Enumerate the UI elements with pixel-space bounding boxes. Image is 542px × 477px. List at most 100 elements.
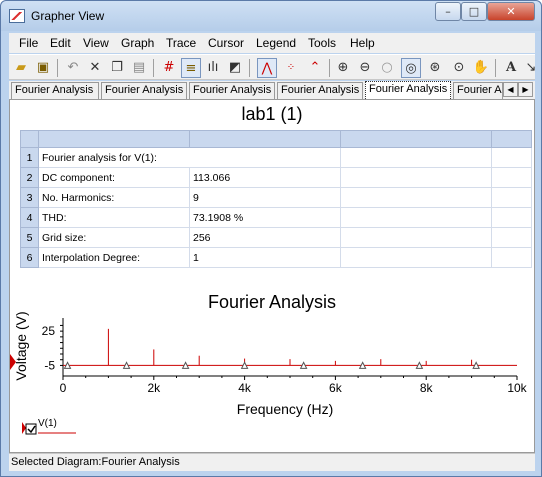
y-tick-label: 25 [42, 324, 56, 338]
delete-icon[interactable]: ✕ [85, 58, 105, 78]
scatter-dots-icon[interactable]: ⁘ [281, 58, 301, 78]
tab-fourier-analysis-3[interactable]: Fourier Analysis [189, 82, 275, 99]
tab-strip: Fourier Analysis Fourier Analysis Fourie… [9, 81, 535, 99]
table-cell [340, 247, 492, 268]
legend-marker-icon[interactable] [22, 422, 26, 434]
zoom-in-icon[interactable]: ⊕ [333, 58, 353, 78]
tab-fourier-analysis-2[interactable]: Fourier Analysis [101, 82, 187, 99]
tab-fourier-analysis-active[interactable]: Fourier Analysis [365, 81, 451, 99]
row-number[interactable]: 5 [20, 227, 39, 248]
zoom-reset-icon[interactable]: ○ [377, 58, 397, 78]
peak-icon[interactable]: ⋀ [257, 58, 277, 78]
table-cell [491, 167, 532, 188]
menu-trace[interactable]: Trace [166, 36, 196, 50]
tab-fourier-analysis-6[interactable]: Fourier A [453, 82, 503, 99]
undo-icon[interactable]: ↶ [63, 58, 83, 78]
table-cell-value: 256 [189, 227, 341, 248]
row-number[interactable]: 4 [20, 207, 39, 228]
row-number[interactable]: 1 [20, 147, 39, 168]
x-tick-label: 6k [329, 381, 343, 395]
status-bar: Selected Diagram:Fourier Analysis [9, 453, 535, 471]
menu-help[interactable]: Help [350, 36, 375, 50]
maximize-button[interactable]: □ [461, 2, 487, 21]
row-number[interactable]: 2 [20, 167, 39, 188]
y-axis-label: Voltage (V) [13, 311, 29, 380]
results-table: 1 Fourier analysis for V(1): 2 DC compon… [20, 130, 532, 268]
menu-bar: File Edit View Graph Trace Cursor Legend… [9, 33, 535, 53]
text-icon[interactable]: A [501, 58, 521, 78]
copy-icon[interactable]: ❐ [107, 58, 127, 78]
tab-fourier-analysis-4[interactable]: Fourier Analysis [277, 82, 363, 99]
zoom-area-icon[interactable]: ◎ [401, 58, 421, 78]
table-cell-label: Interpolation Degree: [38, 247, 190, 268]
window-icon[interactable]: ◩ [225, 58, 245, 78]
table-cell-label: DC component: [38, 167, 190, 188]
grapher-app-icon [9, 9, 25, 23]
column-header[interactable] [189, 130, 341, 148]
table-cell [491, 247, 532, 268]
row-number[interactable]: 3 [20, 187, 39, 208]
column-header[interactable] [491, 130, 532, 148]
tab-fourier-analysis-1[interactable]: Fourier Analysis [11, 82, 99, 99]
paste-icon[interactable]: ▤ [129, 58, 149, 78]
grid-icon[interactable]: # [159, 58, 179, 78]
tab-scroll-left-icon[interactable]: ◀ [503, 82, 518, 97]
zoom-fit-icon[interactable]: ⊛ [425, 58, 445, 78]
table-row: 5 Grid size: 256 [20, 227, 532, 248]
tab-scroll-right-icon[interactable]: ▶ [518, 82, 533, 97]
page-title: lab1 (1) [241, 104, 303, 124]
table-row: 4 THD: 73.1908 % [20, 207, 532, 228]
legend-label: V(1) [38, 418, 57, 429]
x-tick-label: 10k [507, 381, 527, 395]
y-tick-label: -5 [44, 358, 55, 372]
menu-tools[interactable]: Tools [308, 36, 336, 50]
table-cell-label: THD: [38, 207, 190, 228]
fourier-chart[interactable]: Fourier Analysis Voltage (V) Frequency (… [10, 288, 534, 450]
row-number[interactable]: 6 [20, 247, 39, 268]
table-header-row [20, 130, 532, 148]
save-icon[interactable]: ▣ [33, 58, 53, 78]
menu-edit[interactable]: Edit [50, 36, 71, 50]
line-dots-icon[interactable]: ⌃ [305, 58, 325, 78]
table-icon[interactable]: ≡ [181, 58, 201, 78]
table-cell [340, 167, 492, 188]
column-header[interactable] [340, 130, 492, 148]
toolbar-separator [329, 59, 330, 77]
table-cell [340, 227, 492, 248]
arrow-icon[interactable]: ↘ [521, 58, 541, 78]
table-cell [491, 227, 532, 248]
x-tick-label: 8k [420, 381, 434, 395]
close-button[interactable]: ✕ [487, 2, 535, 21]
table-cell [340, 207, 492, 228]
pan-hand-icon[interactable]: ✋ [471, 58, 491, 78]
menu-graph[interactable]: Graph [121, 36, 154, 50]
title-bar[interactable]: Grapher View – □ ✕ [1, 1, 541, 31]
menu-legend[interactable]: Legend [256, 36, 296, 50]
bar-chart-icon[interactable]: ılı [203, 58, 223, 78]
x-axis-label: Frequency (Hz) [237, 401, 333, 417]
zoom-select-icon[interactable]: ⊙ [449, 58, 469, 78]
open-folder-icon[interactable]: ▰ [11, 58, 31, 78]
table-cell [491, 147, 532, 168]
table-cell [491, 207, 532, 228]
table-row: 1 Fourier analysis for V(1): [20, 147, 532, 168]
toolbar-separator [153, 59, 154, 77]
table-cell-label: Grid size: [38, 227, 190, 248]
table-row: 2 DC component: 113.066 [20, 167, 532, 188]
diagram-area[interactable]: lab1 (1) 1 Fourier analysis for V(1): 2 … [9, 99, 535, 453]
table-corner-cell [20, 130, 39, 148]
table-cell [491, 187, 532, 208]
zoom-out-icon[interactable]: ⊖ [355, 58, 375, 78]
menu-file[interactable]: File [19, 36, 38, 50]
table-cell-label: Fourier analysis for V(1): [38, 147, 341, 168]
column-header[interactable] [38, 130, 190, 148]
menu-cursor[interactable]: Cursor [208, 36, 244, 50]
table-cell-value: 73.1908 % [189, 207, 341, 228]
toolbar-separator [249, 59, 250, 77]
table-cell-label: No. Harmonics: [38, 187, 190, 208]
toolbar-separator [495, 59, 496, 77]
minimize-button[interactable]: – [435, 2, 461, 21]
grapher-window: Grapher View – □ ✕ File Edit View Graph … [0, 0, 542, 477]
table-cell [340, 147, 492, 168]
menu-view[interactable]: View [83, 36, 109, 50]
